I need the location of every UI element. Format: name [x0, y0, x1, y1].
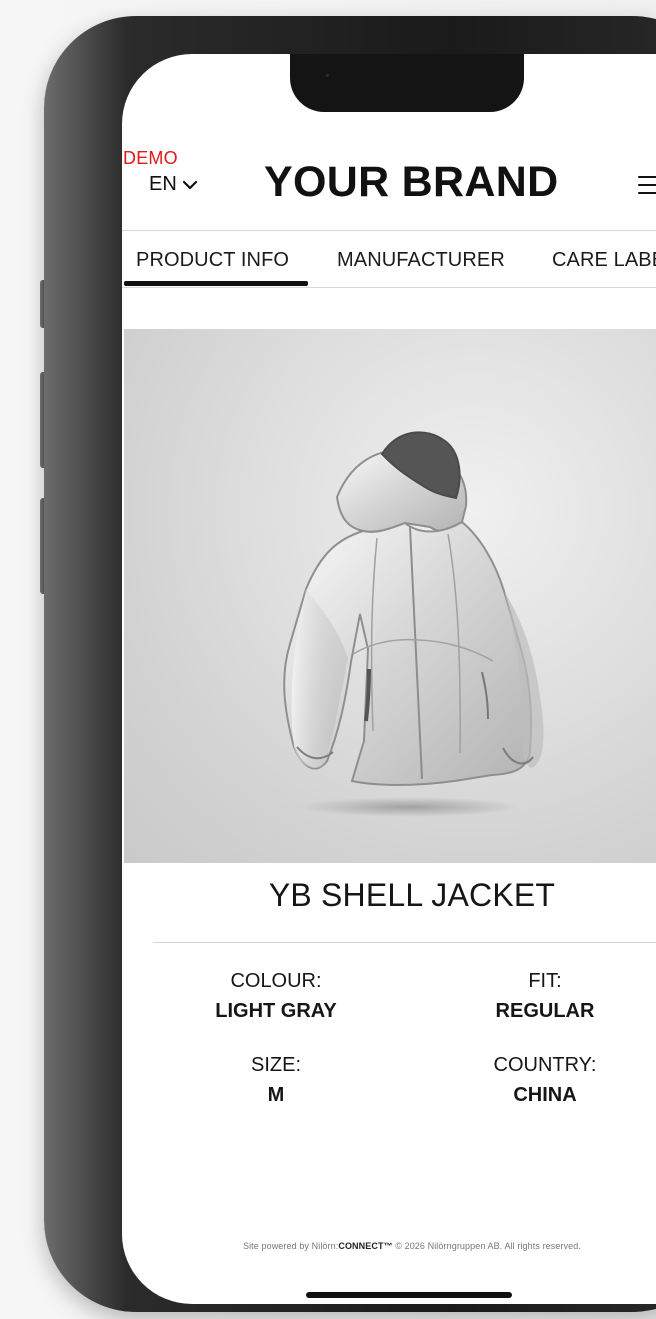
- product-title: YB SHELL JACKET: [268, 877, 556, 913]
- spec-value-country: CHINA: [513, 1084, 577, 1106]
- phone-frame: DEMO EN YOUR BRAND PRODUCT INFO MANUFACT…: [44, 16, 656, 1312]
- language-selector[interactable]: EN: [149, 173, 199, 196]
- footer-text: Site powered by Nilörn:CONNECT™ © 2026 N…: [122, 1241, 656, 1251]
- spec-value-fit: REGULAR: [495, 1000, 595, 1022]
- tab-product-info[interactable]: PRODUCT INFO: [136, 249, 289, 272]
- chevron-down-icon: [182, 180, 197, 189]
- jacket-shape: [283, 431, 544, 786]
- product-image-container: [124, 329, 656, 863]
- tab-bar: PRODUCT INFO MANUFACTURER CARE LABEL: [122, 230, 656, 288]
- camera-dot: [326, 74, 329, 77]
- home-indicator: [306, 1292, 512, 1298]
- demo-label: DEMO: [123, 148, 178, 168]
- device-stage: DEMO EN YOUR BRAND PRODUCT INFO MANUFACT…: [0, 0, 656, 1319]
- jacket-image: [283, 431, 544, 817]
- active-tab-indicator: [124, 281, 308, 286]
- spec-label-size: SIZE:: [250, 1054, 301, 1076]
- brand-title: YOUR BRAND: [264, 158, 559, 206]
- footer-prefix: Site powered by Nilörn:: [242, 1241, 339, 1251]
- hamburger-menu-icon[interactable]: [638, 174, 656, 196]
- spec-label-colour: COLOUR:: [230, 970, 322, 992]
- tab-manufacturer[interactable]: MANUFACTURER: [337, 249, 505, 272]
- footer-product: CONNECT™: [338, 1241, 393, 1251]
- spec-label-country: COUNTRY:: [493, 1054, 597, 1076]
- spec-label-fit: FIT:: [528, 970, 562, 992]
- spec-value-colour: LIGHT GRAY: [215, 1000, 337, 1022]
- tab-care-label[interactable]: CARE LABEL: [552, 249, 656, 272]
- language-label: EN: [149, 173, 177, 195]
- footer-suffix: © 2026 Nilörngruppen AB. All rights rese…: [392, 1241, 581, 1251]
- phone-screen: DEMO EN YOUR BRAND PRODUCT INFO MANUFACT…: [122, 54, 656, 1304]
- phone-notch: [290, 54, 524, 112]
- product-shadow: [300, 797, 520, 817]
- section-divider: [153, 942, 656, 943]
- spec-value-size: M: [267, 1084, 285, 1106]
